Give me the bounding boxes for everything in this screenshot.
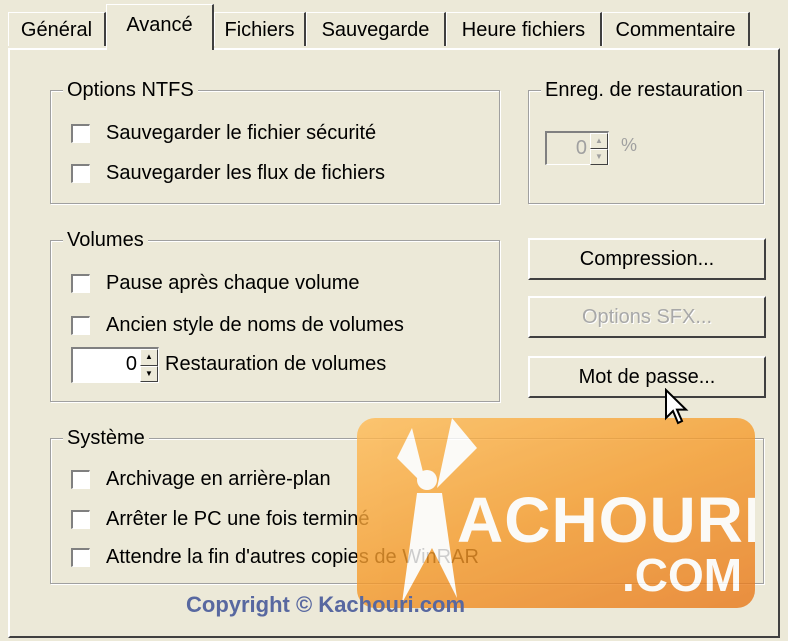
recovery-record-spinner[interactable]: 0 ▲ ▼ bbox=[545, 131, 609, 165]
arrow-down-icon[interactable]: ▼ bbox=[590, 149, 608, 165]
arrow-down-icon[interactable]: ▼ bbox=[140, 365, 158, 382]
tab-label: Sauvegarde bbox=[321, 19, 430, 41]
group-title: Options NTFS bbox=[63, 78, 198, 102]
group-title: Système bbox=[63, 426, 149, 450]
checkbox-box[interactable] bbox=[71, 509, 90, 529]
arrow-up-icon[interactable]: ▲ bbox=[140, 349, 158, 366]
ntfs-options-group: Options NTFS Sauvegarder le fichier sécu… bbox=[50, 78, 500, 204]
tab-advanced[interactable]: Avancé bbox=[106, 4, 214, 50]
tab-file-time[interactable]: Heure fichiers bbox=[446, 12, 602, 46]
checkbox-label: Archivage en arrière-plan bbox=[106, 467, 331, 490]
checkbox-box[interactable] bbox=[71, 273, 90, 293]
volumes-group: Volumes Pause après chaque volume Ancien… bbox=[50, 228, 500, 402]
mouse-pointer-icon bbox=[665, 388, 689, 425]
old-style-names-checkbox[interactable]: Ancien style de noms de volumes bbox=[71, 311, 404, 339]
checkbox-label: Sauvegarder les flux de fichiers bbox=[106, 161, 386, 184]
tab-label: Commentaire bbox=[615, 19, 736, 41]
checkbox-label: Sauvegarder le fichier sécurité bbox=[106, 121, 377, 144]
background-archiving-checkbox[interactable]: Archivage en arrière-plan bbox=[71, 465, 331, 493]
tab-files[interactable]: Fichiers bbox=[214, 12, 306, 46]
watermark-logo: ACHOURI .COM bbox=[357, 418, 755, 608]
spinner-value: 0 bbox=[125, 353, 137, 375]
group-title: Volumes bbox=[63, 228, 148, 252]
save-security-checkbox[interactable]: Sauvegarder le fichier sécurité bbox=[71, 119, 376, 147]
sfx-options-button[interactable]: Options SFX... bbox=[528, 296, 766, 338]
tab-strip: Général Avancé Fichiers Sauvegarde Heure… bbox=[0, 0, 788, 52]
checkbox-box[interactable] bbox=[71, 547, 90, 567]
tab-label: Général bbox=[20, 19, 93, 41]
copyright-text: Copyright © Kachouri.com bbox=[186, 592, 466, 617]
tab-label: Heure fichiers bbox=[461, 19, 586, 41]
tab-general[interactable]: Général bbox=[8, 12, 106, 46]
compression-button[interactable]: Compression... bbox=[528, 238, 766, 280]
watermark-brand: ACHOURI bbox=[457, 484, 755, 556]
checkbox-label: Arrêter le PC une fois terminé bbox=[106, 507, 370, 530]
recovery-volumes-spinner[interactable]: 0 ▲ ▼ bbox=[71, 347, 159, 383]
spinner-arrows[interactable]: ▲ ▼ bbox=[590, 133, 608, 165]
save-streams-checkbox[interactable]: Sauvegarder les flux de fichiers bbox=[71, 159, 385, 187]
checkbox-box[interactable] bbox=[71, 123, 90, 143]
checkbox-box[interactable] bbox=[71, 315, 90, 335]
password-button[interactable]: Mot de passe... bbox=[528, 356, 766, 398]
tab-comment[interactable]: Commentaire bbox=[602, 12, 750, 46]
shutdown-pc-checkbox[interactable]: Arrêter le PC une fois terminé bbox=[71, 505, 369, 533]
recovery-record-group: Enreg. de restauration 0 ▲ ▼ % bbox=[528, 78, 764, 204]
tab-backup[interactable]: Sauvegarde bbox=[306, 12, 446, 46]
spinner-arrows[interactable]: ▲ ▼ bbox=[140, 349, 158, 382]
spinner-value: 0 bbox=[575, 137, 587, 159]
pause-volume-checkbox[interactable]: Pause après chaque volume bbox=[71, 269, 360, 297]
tab-label: Fichiers bbox=[224, 19, 295, 41]
checkbox-box[interactable] bbox=[71, 163, 90, 183]
watermark-tld: .COM bbox=[622, 549, 743, 601]
arrow-up-icon[interactable]: ▲ bbox=[590, 133, 608, 149]
checkbox-label: Ancien style de noms de volumes bbox=[106, 313, 404, 336]
group-title: Enreg. de restauration bbox=[541, 78, 747, 102]
checkbox-label: Pause après chaque volume bbox=[106, 271, 360, 294]
tab-label: Avancé bbox=[126, 14, 193, 36]
percent-label: % bbox=[621, 135, 638, 155]
checkbox-box[interactable] bbox=[71, 469, 90, 489]
recovery-volumes-label: Restauration de volumes bbox=[165, 353, 387, 375]
